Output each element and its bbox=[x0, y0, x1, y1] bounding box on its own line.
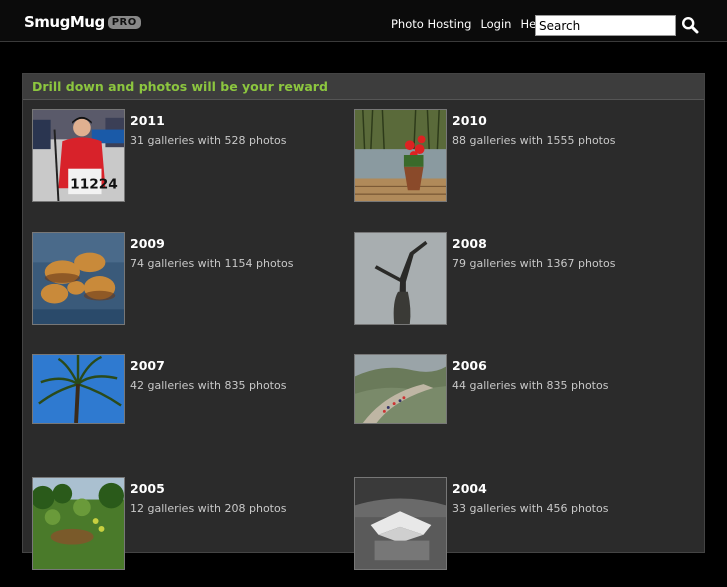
thumb-2006[interactable] bbox=[354, 354, 447, 424]
smugmug-logo[interactable]: SmugMug PRO bbox=[24, 11, 141, 33]
year-item-2006: 2006 44 galleries with 835 photos bbox=[354, 354, 674, 464]
panel-title: Drill down and photos will be your rewar… bbox=[23, 74, 704, 100]
search-input[interactable] bbox=[535, 15, 676, 36]
year-link-2010[interactable]: 2010 bbox=[452, 113, 615, 128]
year-item-2009: 2009 74 galleries with 1154 photos bbox=[32, 232, 352, 342]
thumb-2009[interactable] bbox=[32, 232, 125, 325]
gallery-count-2009: 74 galleries with 1154 photos bbox=[130, 257, 294, 270]
gallery-count-2004: 33 galleries with 456 photos bbox=[452, 502, 609, 515]
svg-text:11224: 11224 bbox=[70, 176, 118, 192]
logo-text: SmugMug bbox=[24, 13, 105, 31]
year-link-2011[interactable]: 2011 bbox=[130, 113, 286, 128]
thumb-2005[interactable] bbox=[32, 477, 125, 570]
dead-tree-sky-photo bbox=[355, 233, 446, 324]
rocks-in-water-photo bbox=[33, 233, 124, 324]
search-icon[interactable] bbox=[681, 16, 699, 34]
year-link-2009[interactable]: 2009 bbox=[130, 236, 293, 251]
year-item-2005: 2005 12 galleries with 208 photos bbox=[32, 477, 352, 587]
year-item-2004: 2004 33 galleries with 456 photos bbox=[354, 477, 674, 587]
top-bar: SmugMug PRO Photo Hosting Login Help bbox=[0, 0, 727, 42]
skier-race-photo: 11224 bbox=[33, 110, 124, 201]
gallery-count-2006: 44 galleries with 835 photos bbox=[452, 379, 609, 392]
year-link-2006[interactable]: 2006 bbox=[452, 358, 608, 373]
tent-structure-photo bbox=[355, 478, 446, 569]
gallery-count-2011: 31 galleries with 528 photos bbox=[130, 134, 287, 147]
year-link-2004[interactable]: 2004 bbox=[452, 481, 608, 496]
year-link-2008[interactable]: 2008 bbox=[452, 236, 615, 251]
year-item-2010: 2010 88 galleries with 1555 photos bbox=[354, 109, 674, 219]
top-nav: Photo Hosting Login Help bbox=[391, 17, 547, 31]
nav-photo-hosting[interactable]: Photo Hosting bbox=[391, 17, 471, 31]
palm-tree-photo bbox=[33, 355, 124, 423]
year-link-2005[interactable]: 2005 bbox=[130, 481, 286, 496]
gallery-count-2007: 42 galleries with 835 photos bbox=[130, 379, 287, 392]
pro-badge: PRO bbox=[107, 15, 141, 29]
thumb-2011[interactable]: 11224 bbox=[32, 109, 125, 202]
gallery-count-2010: 88 galleries with 1555 photos bbox=[452, 134, 616, 147]
gallery-count-2008: 79 galleries with 1367 photos bbox=[452, 257, 616, 270]
year-item-2007: 2007 42 galleries with 835 photos bbox=[32, 354, 352, 464]
year-item-2008: 2008 79 galleries with 1367 photos bbox=[354, 232, 674, 342]
great-wall-photo bbox=[355, 355, 446, 423]
thumb-2010[interactable] bbox=[354, 109, 447, 202]
nav-login[interactable]: Login bbox=[480, 17, 511, 31]
galleries-panel: Drill down and photos will be your rewar… bbox=[22, 73, 705, 570]
thumb-2008[interactable] bbox=[354, 232, 447, 325]
year-link-2007[interactable]: 2007 bbox=[130, 358, 286, 373]
gallery-count-2005: 12 galleries with 208 photos bbox=[130, 502, 287, 515]
thumb-2004[interactable] bbox=[354, 477, 447, 570]
thumb-2007[interactable] bbox=[32, 354, 125, 424]
garden-photo bbox=[33, 478, 124, 569]
flowers-on-dock-photo bbox=[355, 110, 446, 201]
year-item-2011: 11224 2011 31 galleries with 528 photos bbox=[32, 109, 352, 219]
